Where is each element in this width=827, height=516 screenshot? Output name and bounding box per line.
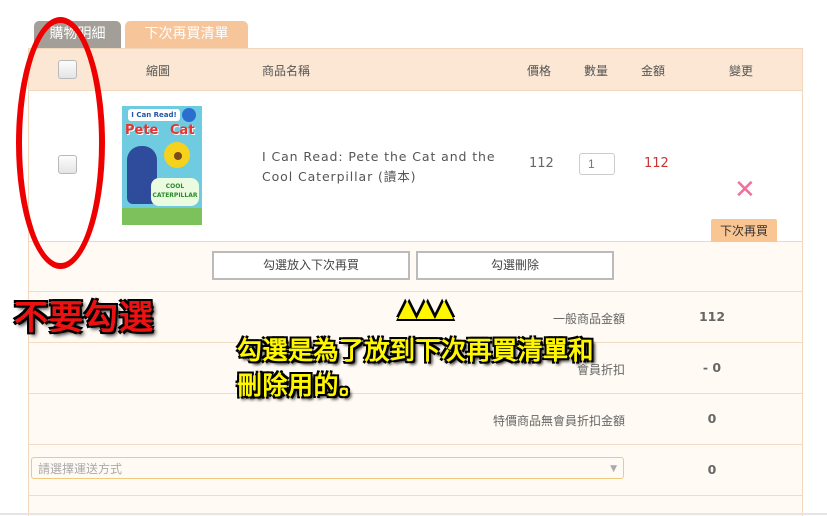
- cover-title-right: Cat: [170, 123, 195, 138]
- shipping-row: 請選擇運送方式 ▼ 0: [29, 445, 802, 496]
- summary-label: 特價商品無會員折扣金額: [492, 414, 625, 428]
- table-header: 縮圖 商品名稱 價格 數量 金額 變更: [29, 49, 802, 91]
- shipping-placeholder: 請選擇運送方式: [38, 462, 123, 476]
- action-row: 勾選放入下次再買 勾選刪除: [29, 242, 802, 292]
- header-name: 商品名稱: [262, 64, 311, 78]
- delete-selected-button[interactable]: 勾選刪除: [416, 251, 614, 280]
- tab-buy-later-list[interactable]: 下次再買清單: [125, 21, 248, 48]
- annotation-line-1: 勾選是為了放到下次再買清單和: [237, 336, 595, 365]
- header-change: 變更: [729, 64, 754, 78]
- header-amount: 金額: [641, 64, 666, 78]
- buy-next-time-button[interactable]: 下次再買: [711, 219, 777, 243]
- close-icon[interactable]: ✕: [734, 177, 756, 203]
- shipping-method-select[interactable]: 請選擇運送方式 ▼: [31, 457, 624, 479]
- chevron-down-icon: ▼: [610, 464, 617, 474]
- summary-value: 112: [698, 309, 726, 324]
- cover-subtitle: COOL CATERPILLAR: [151, 178, 199, 206]
- summary-value: 0: [707, 411, 717, 426]
- product-thumbnail[interactable]: I Can Read! Pete Cat COOL CATERPILLAR: [122, 106, 202, 225]
- shipping-fee: 0: [707, 462, 717, 477]
- move-to-later-button[interactable]: 勾選放入下次再買: [212, 251, 410, 280]
- level-badge: [182, 108, 196, 122]
- annotation-arrows: ▲▲▲: [398, 294, 454, 322]
- quantity-input[interactable]: [579, 153, 615, 175]
- cart-panel: 縮圖 商品名稱 價格 數量 金額 變更 I Can Read! Pete Cat…: [28, 48, 803, 516]
- highlight-circle: [16, 17, 105, 269]
- product-amount: 112: [644, 156, 669, 171]
- series-logo: I Can Read!: [128, 109, 180, 121]
- summary-label: 一般商品金額: [552, 312, 625, 326]
- product-price: 112: [529, 156, 554, 171]
- annotation-line-2: 刪除用的。: [237, 371, 365, 400]
- sunflower-center: [174, 152, 182, 160]
- cover-grass: [122, 208, 202, 225]
- cover-title-left: Pete: [125, 123, 159, 138]
- product-name-link[interactable]: I Can Read: Pete the Cat and the Cool Ca…: [262, 147, 512, 187]
- header-thumbnail: 縮圖: [146, 64, 171, 78]
- header-price: 價格: [527, 64, 552, 78]
- summary-value: - 0: [702, 360, 722, 375]
- annotation-no-check: 不要勾選: [14, 298, 154, 338]
- annotation-explanation: 勾選是為了放到下次再買清單和 刪除用的。: [237, 333, 594, 403]
- table-row: I Can Read! Pete Cat COOL CATERPILLAR I …: [29, 91, 802, 243]
- header-quantity: 數量: [584, 64, 609, 78]
